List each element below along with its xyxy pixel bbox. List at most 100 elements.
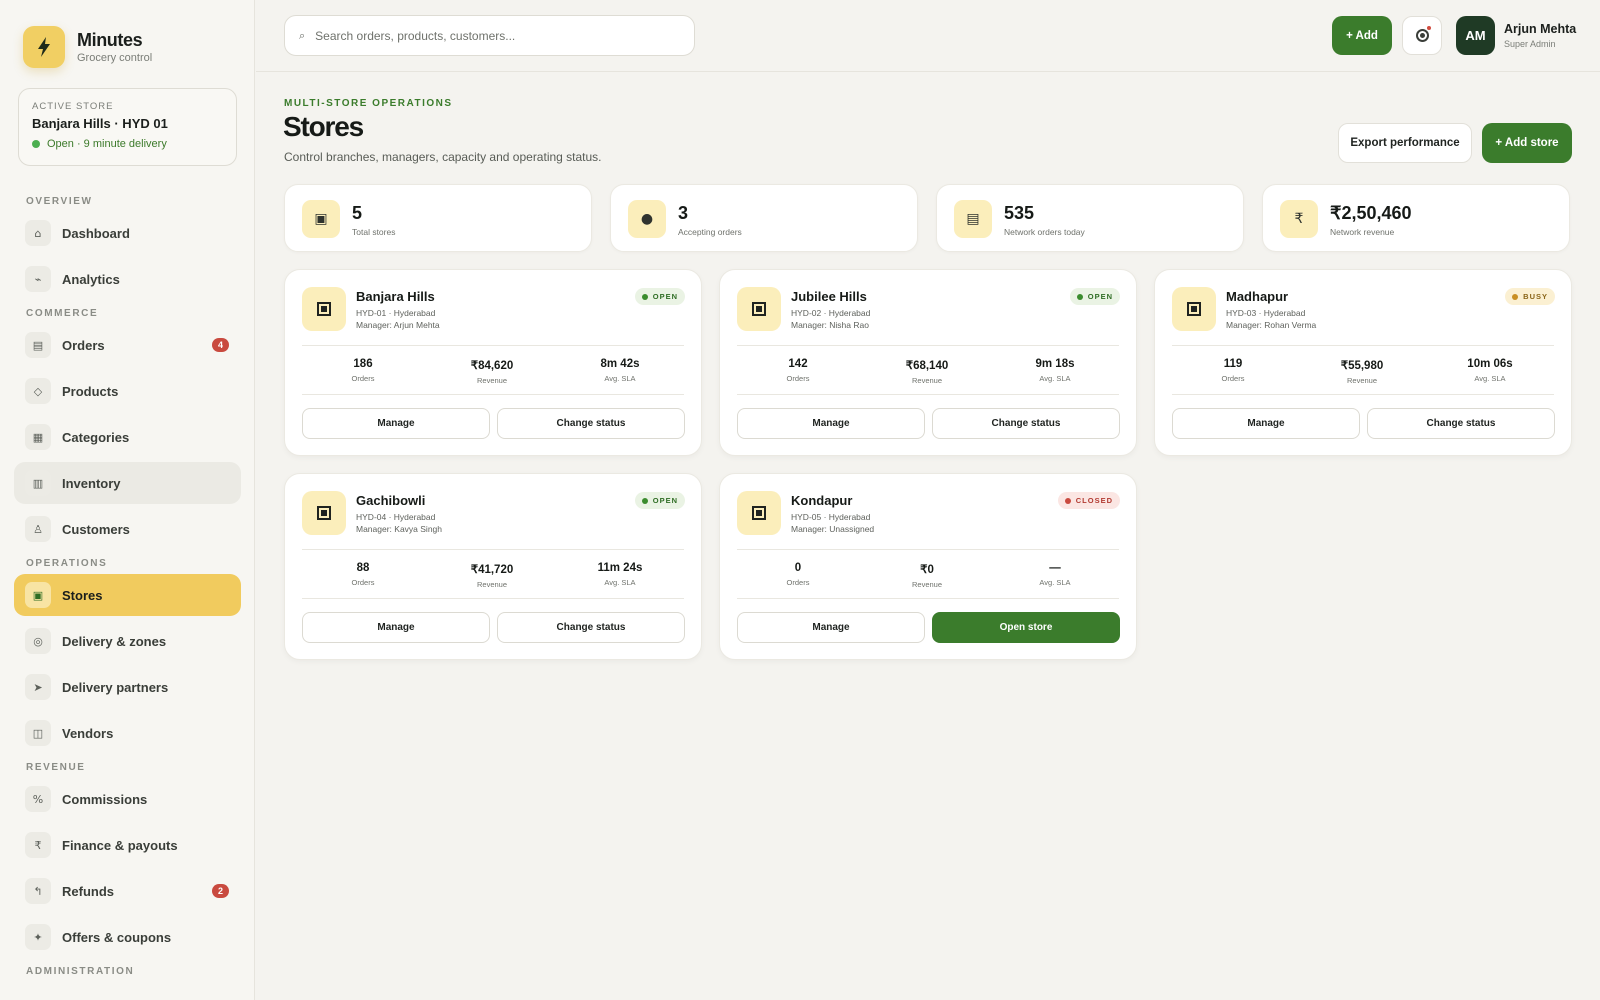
sidebar-item-dashboard[interactable]: ⌂ Dashboard bbox=[14, 212, 241, 254]
sidebar-item-customers[interactable]: ♙ Customers bbox=[14, 508, 241, 550]
revenue-value: ₹55,980 bbox=[1340, 360, 1384, 372]
store-card: Gachibowli HYD-04 · Hyderabad Manager: K… bbox=[284, 473, 702, 660]
orders-label: Orders bbox=[1221, 374, 1245, 383]
stat-label: Total stores bbox=[352, 227, 396, 237]
stat-card: ● 3 Accepting orders bbox=[610, 184, 918, 252]
manage-button[interactable]: Manage bbox=[302, 408, 490, 439]
search-icon: ⌕ bbox=[299, 28, 306, 42]
home-icon: ⌂ bbox=[25, 220, 51, 246]
sidebar-item-refunds[interactable]: ↰ Refunds 2 bbox=[14, 870, 241, 912]
sidebar: Minutes Grocery control ACTIVE STORE Ban… bbox=[0, 0, 255, 1000]
orders-value: 88 bbox=[356, 562, 370, 574]
sidebar-item-orders[interactable]: ▤ Orders 4 bbox=[14, 324, 241, 366]
sidebar-item-finance-payouts[interactable]: ₹ Finance & payouts bbox=[14, 824, 241, 866]
sidebar-item-analytics[interactable]: ⌁ Analytics bbox=[14, 258, 241, 300]
orders-metric: 0 Orders bbox=[748, 562, 848, 587]
store-name: Gachibowli bbox=[356, 493, 426, 508]
change-status-button[interactable]: Change status bbox=[1367, 408, 1555, 439]
sidebar-item-products[interactable]: ◇ Products bbox=[14, 370, 241, 412]
active-store-label: ACTIVE STORE bbox=[32, 101, 114, 112]
active-store-status-text: Open · 9 minute delivery bbox=[47, 138, 167, 150]
sla-metric: 10m 06s Avg. SLA bbox=[1440, 358, 1540, 383]
inventory-icon: ▥ bbox=[25, 470, 51, 496]
status-text: OPEN bbox=[652, 496, 678, 505]
change-status-button[interactable]: Change status bbox=[497, 408, 685, 439]
dot-icon: ● bbox=[628, 200, 666, 238]
avatar[interactable]: AM bbox=[1456, 16, 1495, 55]
orders-icon: ▤ bbox=[25, 332, 51, 358]
export-performance-button[interactable]: Export performance bbox=[1338, 123, 1472, 163]
nav-section-title: COMMERCE bbox=[26, 308, 99, 319]
status-badge: OPEN bbox=[634, 492, 685, 509]
revenue-value: ₹84,620 bbox=[470, 360, 514, 372]
brand-subtitle: Grocery control bbox=[77, 52, 153, 64]
sidebar-item-label: Inventory bbox=[62, 475, 121, 491]
store-icon: ▣ bbox=[302, 200, 340, 238]
sidebar-item-label: Analytics bbox=[62, 271, 120, 287]
sidebar-item-label: Customers bbox=[62, 521, 130, 537]
sla-metric: 8m 42s Avg. SLA bbox=[570, 358, 670, 383]
stat-card: ▤ 535 Network orders today bbox=[936, 184, 1244, 252]
manage-button[interactable]: Manage bbox=[1172, 408, 1360, 439]
manage-button[interactable]: Manage bbox=[302, 612, 490, 643]
sidebar-nav: OVERVIEW ⌂ Dashboard ⌁ Analytics COMMERCE ▤ Ord… bbox=[14, 190, 241, 982]
divider bbox=[302, 394, 684, 395]
active-store-selector[interactable]: ACTIVE STORE Banjara Hills · HYD 01 Open… bbox=[18, 88, 237, 166]
brand[interactable]: Minutes Grocery control bbox=[23, 26, 152, 68]
sidebar-item-offers-coupons[interactable]: ✦ Offers & coupons bbox=[14, 916, 241, 958]
change-status-button[interactable]: Change status bbox=[497, 612, 685, 643]
sidebar-item-vendors[interactable]: ◫ Vendors bbox=[14, 712, 241, 754]
revenue-label: Revenue bbox=[911, 376, 943, 385]
store-code: HYD-02 · Hyderabad bbox=[791, 308, 871, 318]
store-icon bbox=[302, 491, 346, 535]
notification-button[interactable] bbox=[1402, 16, 1442, 55]
search-box[interactable]: ⌕ bbox=[284, 15, 695, 56]
open-store-button[interactable]: Open store bbox=[932, 612, 1120, 643]
divider bbox=[302, 345, 684, 346]
active-store-name: Banjara Hills · HYD 01 bbox=[32, 116, 168, 131]
count-badge: 4 bbox=[212, 338, 229, 352]
sidebar-item-categories[interactable]: ▦ Categories bbox=[14, 416, 241, 458]
notification-icon bbox=[1415, 29, 1429, 42]
add-store-button[interactable]: + Add store bbox=[1482, 123, 1572, 163]
status-text: OPEN bbox=[652, 292, 678, 301]
status-badge: CLOSED bbox=[1057, 492, 1120, 509]
sidebar-item-stores[interactable]: ▣ Stores bbox=[14, 574, 241, 616]
status-text: BUSY bbox=[1523, 292, 1548, 301]
status-dot-icon bbox=[1076, 293, 1083, 300]
stat-value: 535 bbox=[1004, 203, 1035, 223]
diamond-icon: ◇ bbox=[25, 378, 51, 404]
user-role: Super Admin bbox=[1504, 39, 1556, 49]
rupee-icon: ₹ bbox=[1280, 200, 1318, 238]
sidebar-item-delivery-zones[interactable]: ◎ Delivery & zones bbox=[14, 620, 241, 662]
status-badge: BUSY bbox=[1505, 288, 1555, 305]
revenue-metric: ₹0 Revenue bbox=[877, 562, 977, 589]
sidebar-item-label: Dashboard bbox=[62, 225, 130, 241]
search-input[interactable] bbox=[315, 28, 676, 43]
lightning-icon bbox=[23, 26, 65, 68]
page-description: Control branches, managers, capacity and… bbox=[284, 150, 602, 164]
manage-button[interactable]: Manage bbox=[737, 408, 925, 439]
orders-metric: 186 Orders bbox=[313, 358, 413, 383]
page-eyebrow: MULTI-STORE OPERATIONS bbox=[284, 98, 453, 109]
sidebar-item-commissions[interactable]: % Commissions bbox=[14, 778, 241, 820]
status-text: OPEN bbox=[1087, 292, 1113, 301]
store-code: HYD-01 · Hyderabad bbox=[356, 308, 436, 318]
sidebar-item-label: Vendors bbox=[62, 725, 114, 741]
store-manager: Manager: Rohan Verma bbox=[1226, 320, 1317, 330]
sla-label: Avg. SLA bbox=[604, 578, 636, 587]
store-manager: Manager: Arjun Mehta bbox=[356, 320, 440, 330]
orders-metric: 119 Orders bbox=[1183, 358, 1283, 383]
sidebar-item-delivery-partners[interactable]: ➤ Delivery partners bbox=[14, 666, 241, 708]
nav-section-title: REVENUE bbox=[26, 762, 86, 773]
status-text: CLOSED bbox=[1075, 496, 1113, 505]
change-status-button[interactable]: Change status bbox=[932, 408, 1120, 439]
manage-button[interactable]: Manage bbox=[737, 612, 925, 643]
sidebar-item-inventory[interactable]: ▥ Inventory bbox=[14, 462, 241, 504]
active-store-status: Open · 9 minute delivery bbox=[32, 138, 223, 150]
store-icon bbox=[737, 491, 781, 535]
sla-value: 8m 42s bbox=[600, 358, 640, 370]
orders-value: 142 bbox=[788, 358, 808, 370]
add-button[interactable]: + Add bbox=[1332, 16, 1392, 55]
sla-label: Avg. SLA bbox=[1039, 578, 1071, 587]
